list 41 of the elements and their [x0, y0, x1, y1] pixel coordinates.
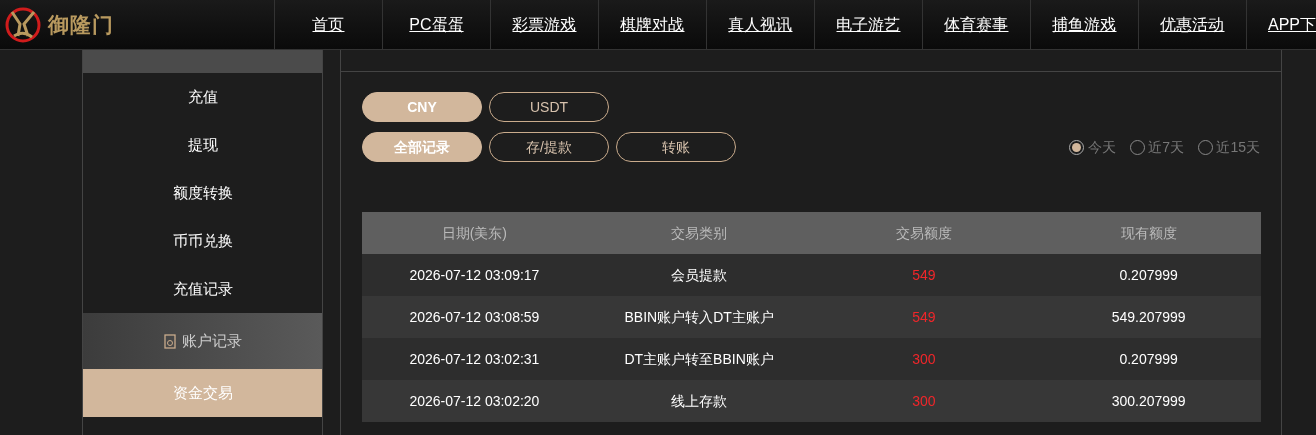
radio-label: 近7天: [1148, 137, 1184, 157]
column-header: 交易类别: [670, 223, 729, 243]
nav-link[interactable]: 彩票游戏: [490, 0, 598, 50]
sidebar-item[interactable]: 充值记录: [83, 265, 322, 313]
logo-text: 御隆门: [48, 11, 114, 38]
table-cell-text: 300.207999: [1110, 391, 1187, 411]
table-cell-text: BBIN账户转入DT主账户: [623, 307, 775, 327]
table-cell-text: 2026-07-12 03:08:59: [408, 307, 541, 327]
sidebar-item[interactable]: 提现: [83, 121, 322, 169]
sidebar-item[interactable]: 币币兑换: [83, 217, 322, 265]
radio-label: 近15天: [1216, 137, 1260, 157]
sidebar-item[interactable]: 充值: [83, 73, 322, 121]
sidebar-section-title: 账户记录: [181, 330, 242, 351]
nav-link[interactable]: 电子游艺: [814, 0, 922, 50]
table-cell-text: 549: [911, 307, 937, 327]
table-cell-text: DT主账户转至BBIN账户: [623, 349, 775, 369]
document-icon: [163, 333, 176, 349]
table-cell-text: 549.207999: [1110, 307, 1187, 327]
table-cell-text: 0.207999: [1118, 349, 1179, 369]
table-cell-text: 线上存款: [670, 391, 729, 411]
nav-link[interactable]: 真人视讯: [706, 0, 814, 50]
nav-link[interactable]: 体育赛事: [922, 0, 1030, 50]
table-cell-text: 2026-07-12 03:09:17: [408, 265, 541, 285]
table-cell-text: 549: [911, 265, 937, 285]
column-header: 交易额度: [894, 223, 953, 243]
sidebar-item[interactable]: 额度转换: [83, 169, 322, 217]
nav-link[interactable]: 优惠活动: [1138, 0, 1246, 50]
column-header: 日期(美东): [440, 223, 509, 243]
table-cell-text: 0.207999: [1118, 265, 1179, 285]
radio-label: 今天: [1087, 137, 1116, 157]
table-cell-text: 300: [911, 391, 937, 411]
nav-link[interactable]: APP下: [1246, 0, 1316, 50]
table-cell-text: 会员提款: [670, 265, 729, 285]
nav-link[interactable]: 棋牌对战: [598, 0, 706, 50]
table-cell-text: 300: [911, 349, 937, 369]
logo-icon: [4, 5, 42, 44]
nav-link[interactable]: PC蛋蛋: [382, 0, 490, 50]
column-header: 现有额度: [1119, 223, 1178, 243]
table-cell-text: 2026-07-12 03:02:20: [408, 391, 541, 411]
nav-link[interactable]: 捕鱼游戏: [1030, 0, 1138, 50]
table-cell-text: 2026-07-12 03:02:31: [408, 349, 541, 369]
